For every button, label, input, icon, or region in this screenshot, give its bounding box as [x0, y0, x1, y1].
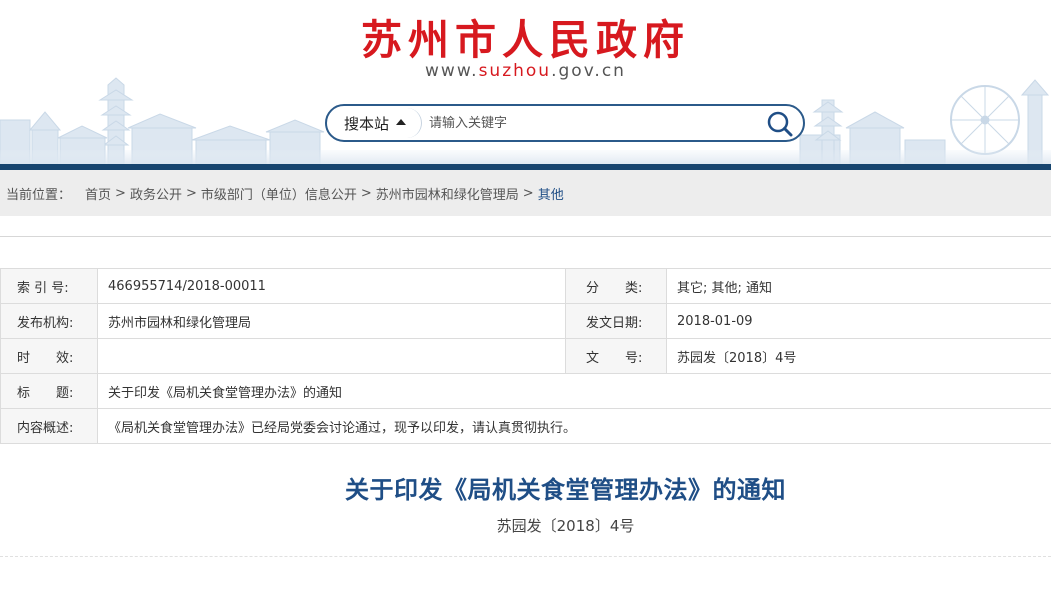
- index-value: 466955714/2018-00011: [97, 268, 566, 304]
- search-input[interactable]: [429, 110, 749, 136]
- breadcrumb: 当前位置： 首页 > 政务公开 > 市级部门（单位）信息公开 > 苏州市园林和绿…: [0, 170, 1051, 216]
- summary-label: 内容概述:: [0, 408, 98, 444]
- date-value: 2018-01-09: [666, 303, 1051, 339]
- site-header: 苏州市人民政府 www.suzhou.gov.cn 搜本站: [0, 0, 1051, 170]
- article-title: 关于印发《局机关食堂管理办法》的通知: [345, 476, 786, 504]
- url-prefix: www.: [425, 61, 479, 81]
- breadcrumb-prefix: 当前位置：: [6, 187, 72, 203]
- publisher-value: 苏州市园林和绿化管理局: [97, 303, 566, 339]
- docno-value: 苏园发〔2018〕4号: [666, 338, 1051, 374]
- title-label: 标 题:: [0, 373, 98, 409]
- index-label: 索 引 号:: [0, 268, 98, 304]
- breadcrumb-home[interactable]: 首页: [85, 184, 111, 203]
- docno-label: 文 号:: [565, 338, 667, 374]
- breadcrumb-separator: >: [522, 185, 534, 201]
- article-doc-number: 苏园发〔2018〕4号: [496, 517, 635, 535]
- table-row: 时 效: 文 号: 苏园发〔2018〕4号: [0, 338, 1051, 374]
- article-divider: [0, 556, 1051, 557]
- document-info-table: 索 引 号: 466955714/2018-00011 分 类: 其它; 其他;…: [0, 268, 1051, 444]
- breadcrumb-current[interactable]: 其他: [538, 184, 564, 203]
- validity-value: [97, 338, 566, 374]
- publisher-label: 发布机构:: [0, 303, 98, 339]
- table-row: 索 引 号: 466955714/2018-00011 分 类: 其它; 其他;…: [0, 268, 1051, 304]
- url-highlight: suzhou: [478, 61, 552, 81]
- table-row: 标 题: 关于印发《局机关食堂管理办法》的通知: [0, 373, 1051, 409]
- search-scope-label: 搜本站: [343, 114, 389, 133]
- summary-value: 《局机关食堂管理办法》已经局党委会讨论通过，现予以印发，请认真贯彻执行。: [97, 408, 1051, 444]
- category-value: 其它; 其他; 通知: [666, 268, 1051, 304]
- title-value: 关于印发《局机关食堂管理办法》的通知: [97, 373, 1051, 409]
- search-box: 搜本站: [325, 104, 805, 142]
- site-url[interactable]: www.suzhou.gov.cn: [0, 61, 1051, 81]
- breadcrumb-city-departments[interactable]: 市级部门（单位）信息公开: [201, 184, 357, 203]
- search-icon[interactable]: [765, 110, 795, 138]
- caret-up-icon: [396, 118, 406, 125]
- table-row: 发布机构: 苏州市园林和绿化管理局 发文日期: 2018-01-09: [0, 303, 1051, 339]
- validity-label: 时 效:: [0, 338, 98, 374]
- site-title: 苏州市人民政府: [361, 16, 690, 64]
- breadcrumb-gov-affairs[interactable]: 政务公开: [130, 184, 182, 203]
- section-divider: [0, 236, 1051, 237]
- date-label: 发文日期:: [565, 303, 667, 339]
- breadcrumb-separator: >: [185, 185, 197, 201]
- search-scope-dropdown[interactable]: 搜本站: [329, 108, 422, 138]
- breadcrumb-garden-bureau[interactable]: 苏州市园林和绿化管理局: [376, 184, 519, 203]
- url-suffix: .gov.cn: [551, 61, 626, 81]
- breadcrumb-separator: >: [360, 185, 372, 201]
- category-label: 分 类:: [565, 268, 667, 304]
- breadcrumb-separator: >: [115, 185, 126, 201]
- table-row: 内容概述: 《局机关食堂管理办法》已经局党委会讨论通过，现予以印发，请认真贯彻执…: [0, 408, 1051, 444]
